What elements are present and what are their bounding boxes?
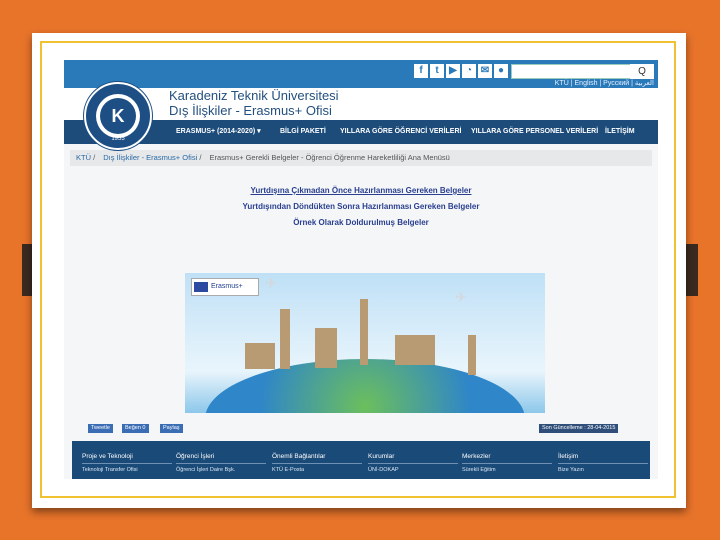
footer-column: Merkezler Sürekli Eğitim (462, 441, 552, 473)
nav-erasmus[interactable]: ERASMUS+ (2014-2020) ▾ (176, 120, 261, 144)
link-sample-documents[interactable]: Örnek Olarak Doldurulmuş Belgeler (64, 218, 658, 227)
rss-icon[interactable]: ◔ (462, 64, 476, 78)
breadcrumb: KTÜ / Dış İlişkiler - Erasmus+ Ofisi / E… (70, 150, 652, 166)
erasmus-logo: Erasmus+ (191, 278, 259, 296)
breadcrumb-current: Erasmus+ Gerekli Belgeler - Öğrenci Öğre… (209, 153, 450, 162)
mail-icon[interactable]: ✉ (478, 64, 492, 78)
office-title: Dış İlişkiler - Erasmus+ Ofisi (169, 103, 332, 118)
landmark-liberty (468, 335, 476, 375)
search-input[interactable] (511, 64, 631, 79)
footer-column: Proje ve Teknoloji Teknoloji Transfer Of… (82, 441, 172, 473)
social-icons: f t ▶ ◔ ✉ ● (414, 64, 508, 78)
airplane-icon: ✈ (265, 275, 277, 291)
microphone-icon[interactable]: ● (494, 64, 508, 78)
airplane-icon: ✈ (455, 289, 467, 305)
facebook-icon[interactable]: f (414, 64, 428, 78)
erasmus-banner: Erasmus+ ✈ ✈ (185, 273, 545, 413)
footer-column: Kurumlar ÜNİ-DOKAP (368, 441, 458, 473)
footer-column: Öğrenci İşleri Öğrenci İşleri Daire Bşk. (176, 441, 266, 473)
logo-year: 1955 (111, 136, 125, 142)
footer-column: İletişim Bize Yazın (558, 441, 648, 473)
language-links[interactable]: KTÜ | English | Русский | العربية (555, 79, 654, 87)
landmark-eiffel (360, 299, 368, 365)
youtube-icon[interactable]: ▶ (446, 64, 460, 78)
link-after-return[interactable]: Yurtdışından Döndükten Sonra Hazırlanmas… (64, 202, 658, 211)
university-logo[interactable]: K 1955 (84, 82, 152, 150)
slide-frame: f t ▶ ◔ ✉ ● Q KTÜ | English | Русский | … (32, 33, 686, 508)
main-navigation: ERASMUS+ (2014-2020) ▾ BİLGİ PAKETİ YILL… (64, 120, 658, 144)
landmark-colosseum (395, 335, 435, 365)
search-button[interactable]: Q (630, 64, 654, 79)
landmark-big-ben (280, 309, 290, 369)
landmark-pisa (315, 328, 337, 368)
brand-header (64, 88, 658, 120)
nav-student-data[interactable]: YILLARA GÖRE ÖĞRENCİ VERİLERİ (340, 120, 461, 144)
nav-contact[interactable]: İLETİŞİM (605, 120, 635, 144)
landmark-taj-mahal (245, 343, 275, 369)
footer-column: Önemli Bağlantılar KTÜ E-Posta (272, 441, 362, 473)
nav-staff-data[interactable]: YILLARA GÖRE PERSONEL VERİLERİ (471, 120, 598, 144)
top-bar: f t ▶ ◔ ✉ ● Q KTÜ | English | Русский | … (64, 60, 658, 88)
eu-flag-icon (194, 282, 208, 292)
twitter-icon[interactable]: t (430, 64, 444, 78)
link-before-departure[interactable]: Yurtdışına Çıkmadan Önce Hazırlanması Ge… (64, 186, 658, 195)
last-updated: Son Güncelleme : 28-04-2015 (539, 424, 619, 433)
nav-info-package[interactable]: BİLGİ PAKETİ (280, 120, 326, 144)
university-title: Karadeniz Teknik Üniversitesi (169, 88, 339, 103)
share-button[interactable]: Paylaş (160, 424, 183, 433)
breadcrumb-office[interactable]: Dış İlişkiler - Erasmus+ Ofisi (103, 153, 197, 162)
breadcrumb-home[interactable]: KTÜ (76, 153, 91, 162)
tweet-button[interactable]: Tweetle (88, 424, 113, 433)
document-links: Yurtdışına Çıkmadan Önce Hazırlanması Ge… (64, 186, 658, 234)
website-screenshot: f t ▶ ◔ ✉ ● Q KTÜ | English | Русский | … (64, 60, 658, 479)
footer: Proje ve Teknoloji Teknoloji Transfer Of… (72, 441, 650, 479)
like-button[interactable]: Beğen 0 (122, 424, 149, 433)
